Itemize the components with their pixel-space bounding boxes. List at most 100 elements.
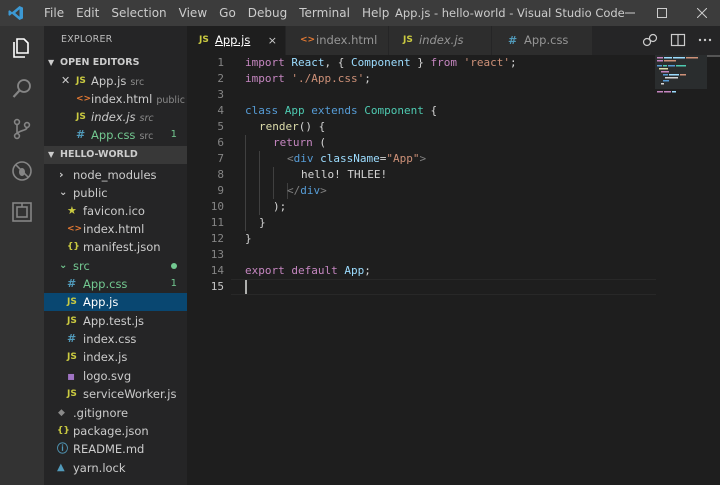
code-line: hello! THLEE! (301, 168, 388, 181)
close-icon (696, 7, 708, 19)
tree-item-label: index.html (83, 222, 145, 236)
open-editors-title: OPEN EDITORS (60, 57, 140, 68)
open-editor-name: index.js (91, 110, 136, 124)
tab-index-html[interactable]: <> index.html (286, 26, 389, 55)
menu-file[interactable]: File (38, 0, 70, 26)
scrollbar-thumb[interactable] (707, 55, 720, 57)
vscode-logo-icon (8, 6, 23, 20)
project-section[interactable]: ▼ HELLO-WORLD (44, 146, 187, 164)
debug-icon[interactable] (10, 159, 34, 183)
open-editor-folder: public (156, 95, 185, 106)
more-actions-icon[interactable] (697, 32, 713, 48)
tab-label: index.html (316, 33, 378, 47)
search-icon[interactable] (10, 77, 34, 101)
tree-item-label: manifest.json (83, 240, 161, 254)
open-editor-item[interactable]: <> index.html public (44, 90, 187, 108)
menu-debug[interactable]: Debug (242, 0, 293, 26)
split-editor-icon[interactable] (670, 32, 686, 48)
code-line: class App extends Component { (245, 104, 438, 117)
indent-guide (273, 167, 274, 199)
tree-item-package-json[interactable]: {} package.json (44, 422, 187, 440)
open-editor-item[interactable]: # App.css src 1 (44, 126, 187, 144)
code-line: import React, { Component } from 'react'… (245, 56, 517, 69)
open-changes-icon[interactable] (642, 32, 658, 48)
open-editor-item[interactable]: JS index.js src (44, 108, 187, 126)
tree-item-gitignore[interactable]: ◆ .gitignore (44, 404, 187, 422)
text-cursor (245, 280, 247, 294)
menu-go[interactable]: Go (213, 0, 242, 26)
tree-item-label: node_modules (73, 168, 157, 182)
tree-item-readme[interactable]: ⓘ README.md (44, 440, 187, 458)
open-editors-section[interactable]: ▼ OPEN EDITORS (44, 54, 187, 72)
current-line-highlight (231, 279, 656, 295)
explorer-icon[interactable] (10, 36, 34, 60)
menu-bar: File Edit Selection View Go Debug Termin… (38, 0, 395, 26)
tree-item-favicon[interactable]: ★ favicon.ico (44, 202, 187, 220)
menu-view[interactable]: View (173, 0, 213, 26)
source-control-icon[interactable] (10, 117, 34, 141)
line-number: 14 (210, 264, 224, 277)
code-line: return ( (273, 136, 326, 149)
tab-app-js[interactable]: JS App.js × (187, 26, 286, 55)
favicon-file-icon: ★ (67, 204, 77, 217)
indent-guide (245, 135, 246, 231)
json-file-icon: {} (67, 242, 80, 252)
tree-item-src[interactable]: ⌄ src (44, 257, 187, 275)
tree-item-label: App.css (83, 277, 128, 291)
minimap[interactable] (655, 55, 707, 485)
tree-item-yarn-lock[interactable]: ▲ yarn.lock (44, 459, 187, 477)
close-tab-icon[interactable]: × (268, 26, 277, 55)
tree-item-app-css[interactable]: # App.css 1 (44, 275, 187, 293)
tree-item-node-modules[interactable]: › node_modules (44, 166, 187, 184)
line-number: 7 (217, 152, 224, 165)
html-file-icon: <> (76, 94, 92, 104)
tree-item-service-worker[interactable]: JS serviceWorker.js (44, 385, 187, 403)
tab-app-css[interactable]: # App.css (492, 26, 593, 55)
tree-item-public[interactable]: ⌄ public (44, 184, 187, 202)
tree-item-index-css[interactable]: # index.css (44, 330, 187, 348)
tree-item-label: serviceWorker.js (83, 387, 177, 401)
menu-help[interactable]: Help (356, 0, 395, 26)
code-editor[interactable]: 1 2 3 4 5 6 7 8 9 10 11 12 13 14 15 impo… (187, 55, 720, 485)
open-editor-name: index.html (91, 92, 153, 106)
js-file-icon: JS (67, 316, 77, 326)
explorer-sidebar: EXPLORER ▼ OPEN EDITORS ✕ JS App.js src <>… (44, 26, 187, 485)
tree-item-label: index.css (83, 332, 137, 346)
git-file-icon: ◆ (58, 408, 65, 418)
json-file-icon: {} (57, 426, 70, 436)
explorer-header: EXPLORER (61, 34, 113, 45)
tree-item-index-html[interactable]: <> index.html (44, 220, 187, 238)
maximize-button[interactable] (644, 0, 680, 26)
js-file-icon: JS (76, 76, 86, 86)
close-icon[interactable]: ✕ (61, 72, 70, 90)
line-number: 9 (217, 184, 224, 197)
extensions-icon[interactable] (10, 200, 34, 224)
line-number: 1 (217, 56, 224, 69)
tab-index-js[interactable]: JS index.js (389, 26, 492, 55)
menu-selection[interactable]: Selection (105, 0, 172, 26)
indent-guide (259, 151, 260, 215)
minimize-button[interactable] (612, 0, 648, 26)
menu-terminal[interactable]: Terminal (293, 0, 356, 26)
code-line: render() { (259, 120, 326, 133)
menu-edit[interactable]: Edit (70, 0, 105, 26)
activity-bar (0, 26, 44, 485)
line-number: 4 (217, 104, 224, 117)
vertical-scrollbar[interactable] (707, 55, 720, 485)
tree-item-app-test-js[interactable]: JS App.test.js (44, 312, 187, 330)
line-number: 3 (217, 88, 224, 101)
open-editor-folder: src (139, 131, 154, 142)
tree-item-index-js[interactable]: JS index.js (44, 348, 187, 366)
tree-item-logo-svg[interactable]: ▪ logo.svg (44, 367, 187, 385)
code-line: export default App; (245, 264, 371, 277)
title-bar: File Edit Selection View Go Debug Termin… (0, 0, 720, 26)
css-file-icon: # (67, 277, 77, 290)
close-window-button[interactable] (684, 0, 720, 26)
open-editor-item[interactable]: ✕ JS App.js src (44, 72, 187, 90)
line-number: 6 (217, 136, 224, 149)
tree-item-manifest[interactable]: {} manifest.json (44, 238, 187, 256)
tree-item-label: App.js (83, 295, 119, 309)
code-line: } (259, 216, 266, 229)
tree-item-app-js[interactable]: JS App.js (44, 293, 187, 311)
tree-item-label: index.js (83, 350, 128, 364)
